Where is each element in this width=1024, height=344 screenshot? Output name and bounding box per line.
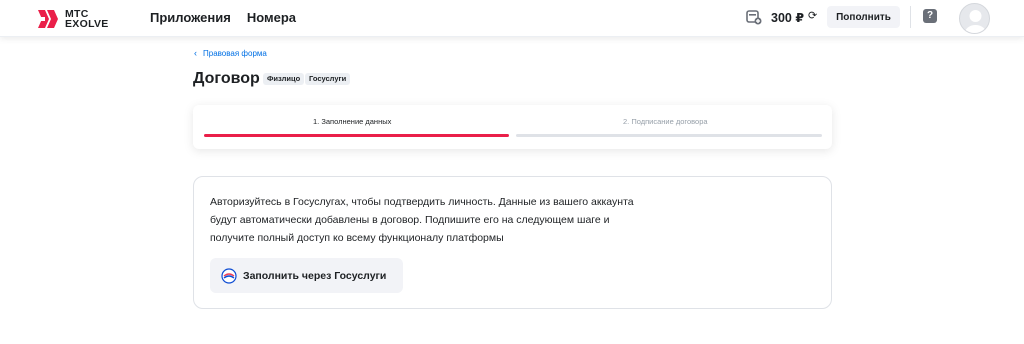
mts-exolve-logo[interactable]: МТС EXOLVE xyxy=(38,8,128,30)
step-1-label[interactable]: 1. Заполнение данных xyxy=(313,117,391,126)
step-2-label[interactable]: 2. Подписание договора xyxy=(623,117,708,126)
nav-item-numbers[interactable]: Номера xyxy=(247,10,296,25)
step-2-progress-bar xyxy=(516,134,822,137)
topup-button[interactable]: Пополнить xyxy=(827,6,900,28)
header-divider xyxy=(910,6,911,28)
main-nav: Приложения Номера xyxy=(150,10,296,25)
stepper-card: 1. Заполнение данных 2. Подписание догов… xyxy=(193,105,832,149)
balance-amount: 300 ₽ xyxy=(771,11,805,25)
logo-icon xyxy=(38,10,58,28)
info-text-line-3: получите полный доступ ко всему функцион… xyxy=(210,232,504,244)
breadcrumb[interactable]: ‹ Правовая форма xyxy=(194,48,267,58)
logo-text: МТС EXOLVE xyxy=(65,9,109,30)
info-text: Авторизуйтесь в Госуслугах, чтобы подтве… xyxy=(210,193,670,247)
breadcrumb-label: Правовая форма xyxy=(203,48,267,58)
chevron-left-icon: ‹ xyxy=(194,48,197,58)
nav-item-apps[interactable]: Приложения xyxy=(150,10,231,25)
badge-individual: Физлицо xyxy=(263,73,305,85)
info-text-line-2: будут автоматически добавлены в договор.… xyxy=(210,214,610,226)
logo-text-line2: EXOLVE xyxy=(65,18,109,30)
gosuslugi-button-label: Заполнить через Госуслуги xyxy=(243,269,387,282)
page-title: Договор xyxy=(193,70,260,87)
wallet-icon[interactable] xyxy=(746,9,762,25)
gosuslugi-icon xyxy=(221,267,237,284)
avatar[interactable] xyxy=(959,3,990,34)
top-header: МТС EXOLVE Приложения Номера 300 ₽ ⟳ Поп… xyxy=(0,0,1024,37)
info-text-line-1: Авторизуйтесь в Госуслугах, чтобы подтве… xyxy=(210,196,634,208)
badge-gosuslugi: Госуслуги xyxy=(305,73,351,85)
gosuslugi-info-card: Авторизуйтесь в Госуслугах, чтобы подтве… xyxy=(193,176,832,309)
avatar-silhouette-icon xyxy=(964,10,987,33)
help-icon[interactable]: ? xyxy=(923,9,937,23)
fill-via-gosuslugi-button[interactable]: Заполнить через Госуслуги xyxy=(210,258,403,293)
step-1-progress-bar xyxy=(204,134,509,137)
refresh-icon[interactable]: ⟳ xyxy=(808,10,820,22)
